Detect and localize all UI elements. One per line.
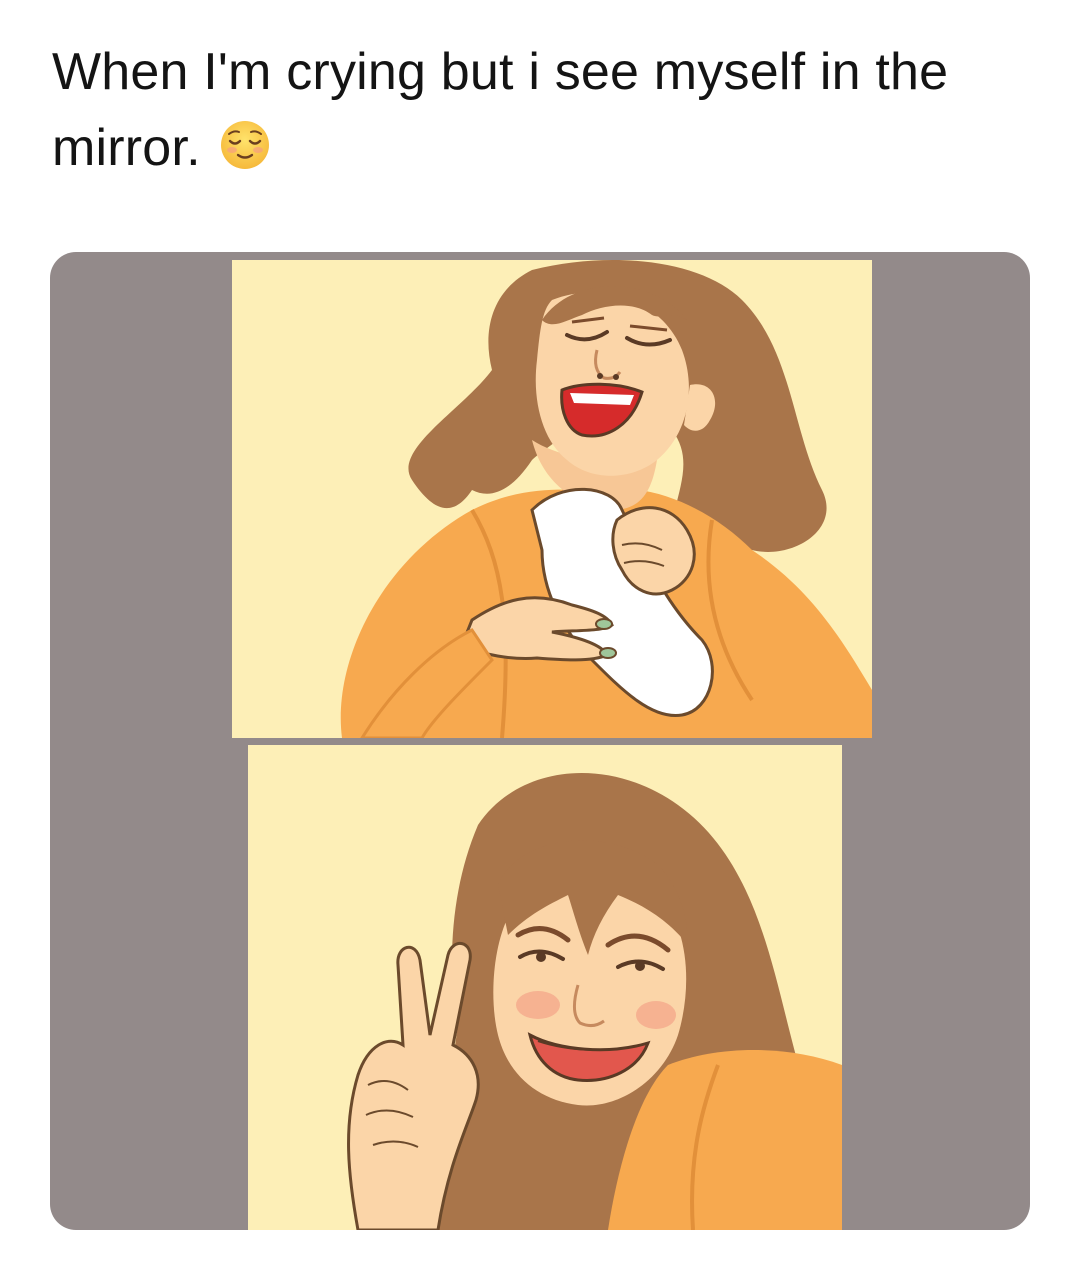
relieved-face-emoji-icon [219,116,271,169]
meme-image-card[interactable] [50,252,1030,1230]
caption-text: When I'm crying but i see myself in the … [52,43,949,177]
post-caption: When I'm crying but i see myself in the … [52,34,1032,186]
meme-panel-smiling [248,745,842,1230]
smiling-woman-illustration [248,745,842,1230]
meme-panel-crying [232,260,872,738]
crying-woman-illustration [232,260,872,738]
